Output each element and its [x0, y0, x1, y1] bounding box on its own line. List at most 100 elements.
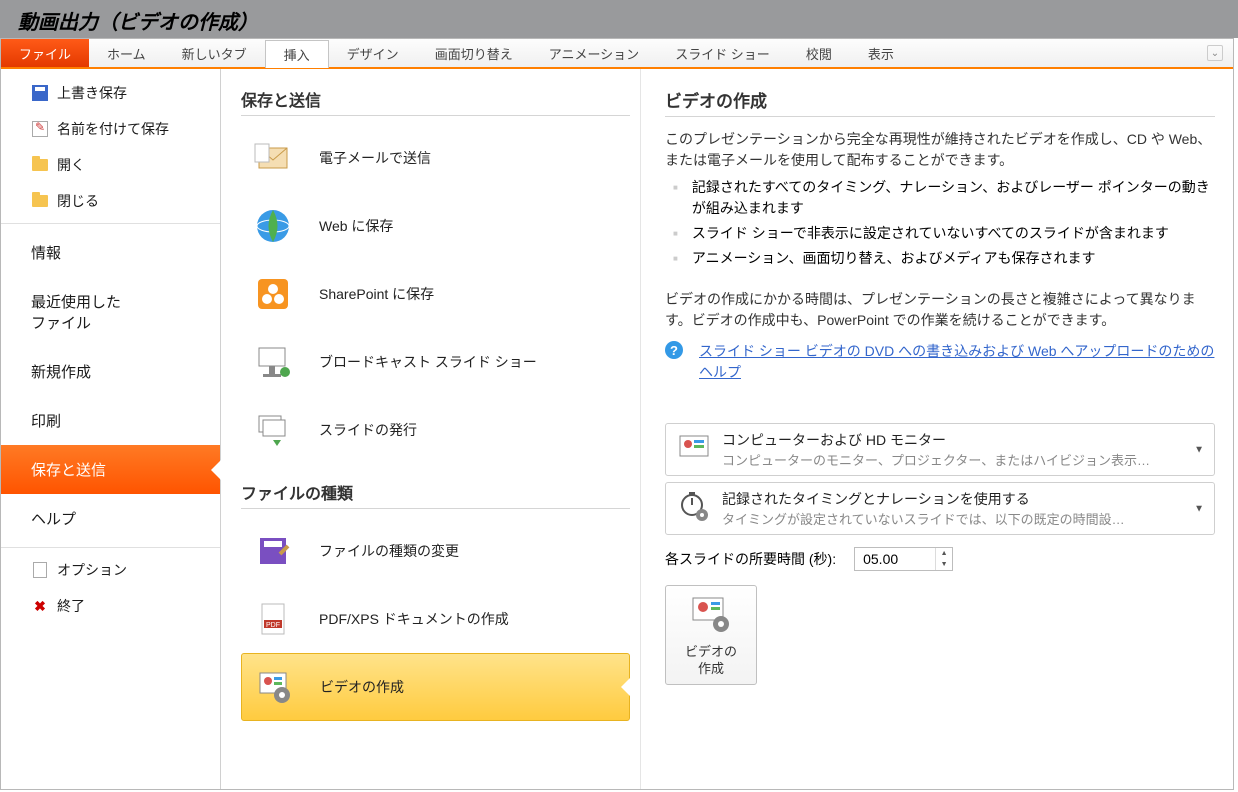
sidebar-item-recent[interactable]: 最近使用した ファイル: [1, 277, 220, 347]
description-text-2: ビデオの作成にかかる時間は、プレゼンテーションの長さと複雑さによって異なります。…: [665, 289, 1215, 331]
dropdown-timing[interactable]: 記録されたタイミングとナレーションを使用する タイミングが設定されていないスライ…: [665, 482, 1215, 535]
options-icon: [31, 561, 49, 579]
seconds-input[interactable]: [855, 548, 935, 570]
mid-item-pdf[interactable]: PDF PDF/XPS ドキュメントの作成: [241, 585, 630, 653]
title-bar: 動画出力（ビデオの作成）: [0, 0, 1238, 38]
sidebar-item-label: 名前を付けて保存: [57, 119, 169, 139]
mid-item-email[interactable]: 電子メールで送信: [241, 124, 630, 192]
tab-file[interactable]: ファイル: [1, 39, 89, 67]
spinner-up-icon[interactable]: ▲: [936, 548, 952, 559]
sidebar-item-info[interactable]: 情報: [1, 228, 220, 277]
mid-item-sharepoint[interactable]: SharePoint に保存: [241, 260, 630, 328]
description-text: このプレゼンテーションから完全な再現性が維持されたビデオを作成し、CD や We…: [665, 129, 1215, 171]
stopwatch-icon: [676, 489, 712, 525]
sidebar-item-new[interactable]: 新規作成: [1, 347, 220, 396]
close-folder-icon: [31, 192, 49, 210]
mid-item-label: ブロードキャスト スライド ショー: [319, 352, 537, 372]
sidebar-item-label: 上書き保存: [57, 83, 127, 103]
help-link[interactable]: スライド ショー ビデオの DVD への書き込みおよび Web へアップロードの…: [699, 341, 1215, 383]
sidebar-item-open[interactable]: 開く: [1, 147, 220, 183]
mid-item-label: スライドの発行: [319, 420, 417, 440]
tab-transition[interactable]: 画面切り替え: [417, 39, 531, 67]
sidebar-item-help[interactable]: ヘルプ: [1, 494, 220, 543]
mid-item-web[interactable]: Web に保存: [241, 192, 630, 260]
mid-item-publish-slides[interactable]: スライドの発行: [241, 396, 630, 464]
bullet-item: 記録されたすべてのタイミング、ナレーション、およびレーザー ポインターの動きが組…: [673, 177, 1215, 219]
slides-publish-icon: [249, 406, 297, 454]
ribbon-collapse-icon[interactable]: ⌄: [1207, 45, 1223, 61]
video-icon: [250, 663, 298, 711]
sidebar-item-options[interactable]: オプション: [1, 552, 220, 588]
right-panel: ビデオの作成 このプレゼンテーションから完全な再現性が維持されたビデオを作成し、…: [641, 69, 1233, 789]
mid-item-change-type[interactable]: ファイルの種類の変更: [241, 517, 630, 585]
mid-item-broadcast[interactable]: ブロードキャスト スライド ショー: [241, 328, 630, 396]
sidebar-item-save[interactable]: 上書き保存: [1, 75, 220, 111]
monitor-icon: [676, 430, 712, 466]
mid-item-label: SharePoint に保存: [319, 284, 434, 304]
sidebar-item-label: 終了: [57, 596, 85, 616]
tab-insert[interactable]: 挿入: [265, 40, 329, 68]
tab-home[interactable]: ホーム: [89, 39, 164, 67]
dropdown-text: コンピューターおよび HD モニター コンピューターのモニター、プロジェクター、…: [722, 430, 1162, 469]
mid-item-label: Web に保存: [319, 216, 393, 236]
mail-icon: [249, 134, 297, 182]
dropdown-text: 記録されたタイミングとナレーションを使用する タイミングが設定されていないスライ…: [722, 489, 1125, 528]
middle-column: 保存と送信 電子メールで送信 Web に保存 SharePoint に保存: [221, 69, 641, 789]
dropdown-subtitle: タイミングが設定されていないスライドでは、以下の既定の時間設…: [722, 509, 1125, 528]
sharepoint-icon: [249, 270, 297, 318]
chevron-down-icon: ▼: [1194, 444, 1204, 455]
sidebar-item-print[interactable]: 印刷: [1, 396, 220, 445]
sidebar-item-label: オプション: [57, 560, 127, 580]
save-as-icon: [31, 120, 49, 138]
dropdown-display-target[interactable]: コンピューターおよび HD モニター コンピューターのモニター、プロジェクター、…: [665, 423, 1215, 476]
separator: [241, 115, 630, 116]
help-row: ? スライド ショー ビデオの DVD への書き込みおよび Web へアップロー…: [665, 341, 1215, 383]
svg-text:PDF: PDF: [266, 622, 280, 629]
tab-view[interactable]: 表示: [850, 39, 912, 67]
video-icon: [670, 594, 752, 640]
separator: [1, 547, 220, 548]
app-window: ファイル ホーム 新しいタブ 挿入 デザイン 画面切り替え アニメーション スラ…: [0, 38, 1234, 790]
change-type-icon: [249, 527, 297, 575]
tab-design[interactable]: デザイン: [329, 39, 417, 67]
right-title: ビデオの作成: [665, 87, 1215, 112]
mid-item-label: ビデオの作成: [320, 677, 404, 697]
create-video-button[interactable]: ビデオの 作成: [665, 585, 757, 685]
sidebar-item-close[interactable]: 閉じる: [1, 183, 220, 219]
open-icon: [31, 156, 49, 174]
sidebar-item-label: ヘルプ: [31, 508, 76, 529]
bullet-item: スライド ショーで非表示に設定されていないすべてのスライドが含まれます: [673, 223, 1215, 244]
bullet-list: 記録されたすべてのタイミング、ナレーション、およびレーザー ポインターの動きが組…: [665, 177, 1215, 269]
sidebar-item-label: 印刷: [31, 410, 61, 431]
save-icon: [31, 84, 49, 102]
sidebar-item-label: 閉じる: [57, 191, 99, 211]
seconds-row: 各スライドの所要時間 (秒): ▲ ▼: [665, 547, 1215, 571]
section-save-send-title: 保存と送信: [241, 87, 630, 111]
mid-item-create-video[interactable]: ビデオの作成: [241, 653, 630, 721]
sidebar-item-label: 情報: [31, 242, 61, 263]
section-filetype-title: ファイルの種類: [241, 480, 630, 504]
mid-item-label: ファイルの種類の変更: [319, 541, 459, 561]
sidebar-item-label: 新規作成: [31, 361, 91, 382]
separator: [1, 223, 220, 224]
tab-animation[interactable]: アニメーション: [531, 39, 657, 67]
separator: [241, 508, 630, 509]
spinner-down-icon[interactable]: ▼: [936, 559, 952, 570]
sidebar-item-saveas[interactable]: 名前を付けて保存: [1, 111, 220, 147]
tab-newtab[interactable]: 新しいタブ: [164, 39, 265, 67]
tab-review[interactable]: 校閲: [788, 39, 850, 67]
globe-icon: [249, 202, 297, 250]
broadcast-icon: [249, 338, 297, 386]
sidebar-item-save-send[interactable]: 保存と送信: [1, 445, 220, 494]
sidebar-item-label: 開く: [57, 155, 85, 175]
separator: [665, 116, 1215, 117]
tab-slideshow[interactable]: スライド ショー: [657, 39, 788, 67]
mid-item-label: 電子メールで送信: [319, 148, 431, 168]
sidebar-item-label: 最近使用した ファイル: [31, 291, 121, 333]
seconds-spinner[interactable]: ▲ ▼: [854, 547, 953, 571]
dropdown-title: コンピューターおよび HD モニター: [722, 430, 1162, 450]
mid-item-label: PDF/XPS ドキュメントの作成: [319, 609, 509, 629]
sidebar-item-exit[interactable]: ✖ 終了: [1, 588, 220, 624]
bullet-item: アニメーション、画面切り替え、およびメディアも保存されます: [673, 248, 1215, 269]
sidebar-item-label: 保存と送信: [31, 459, 106, 480]
